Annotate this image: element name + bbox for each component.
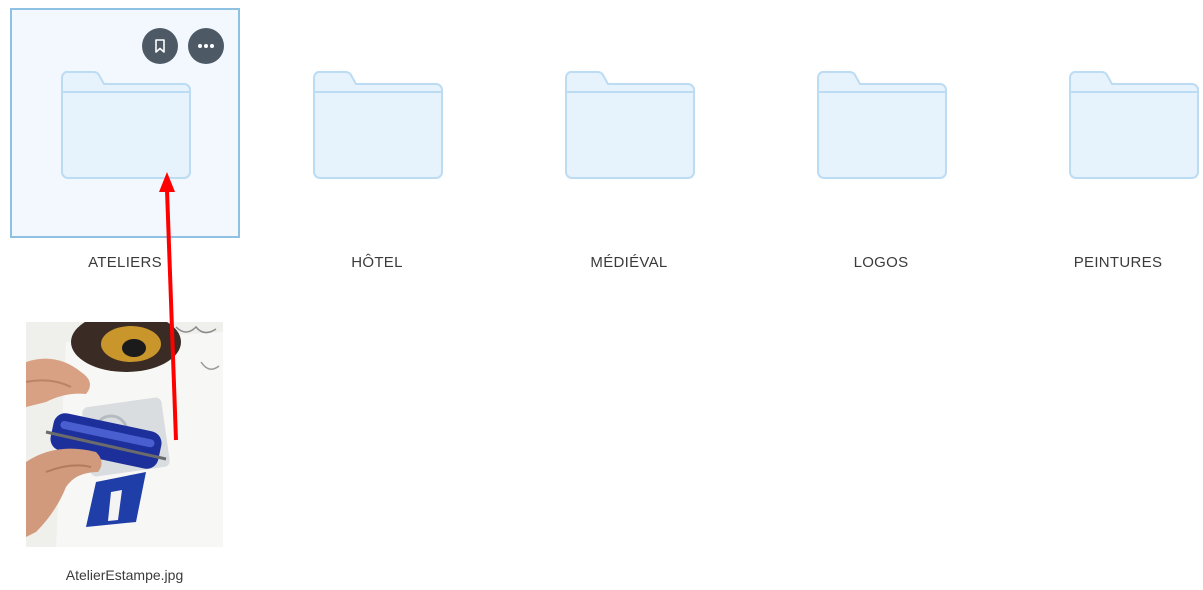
file-name-label[interactable]: AtelierEstampe.jpg — [26, 567, 223, 583]
bookmark-icon — [155, 39, 165, 53]
folder-tile-peintures[interactable] — [1018, 8, 1203, 238]
folder-label-hotel[interactable]: HÔTEL — [262, 254, 492, 271]
more-options-button[interactable] — [188, 28, 224, 64]
folder-icon — [313, 71, 443, 179]
folder-icon — [61, 71, 191, 179]
file-thumbnail-atelierestampe[interactable] — [26, 322, 223, 547]
folder-tile-medieval[interactable] — [514, 8, 744, 238]
folder-label-ateliers[interactable]: ATELIERS — [10, 254, 240, 271]
folder-label-peintures[interactable]: PEINTURES — [1003, 254, 1203, 271]
folder-label-logos[interactable]: LOGOS — [766, 254, 996, 271]
folder-tile-hotel[interactable] — [262, 8, 492, 238]
folder-label-medieval[interactable]: MÉDIÉVAL — [514, 254, 744, 271]
folder-icon — [1069, 71, 1199, 179]
more-options-icon — [198, 44, 214, 48]
folder-tile-ateliers[interactable] — [10, 8, 240, 238]
bookmark-button[interactable] — [142, 28, 178, 64]
media-grid: ATELIERS HÔTEL MÉDIÉVAL LOGOS PEINTURES — [0, 0, 1203, 590]
folder-tile-logos[interactable] — [766, 8, 996, 238]
folder-icon — [565, 71, 695, 179]
image-thumbnail — [26, 322, 223, 547]
folder-icon — [817, 71, 947, 179]
